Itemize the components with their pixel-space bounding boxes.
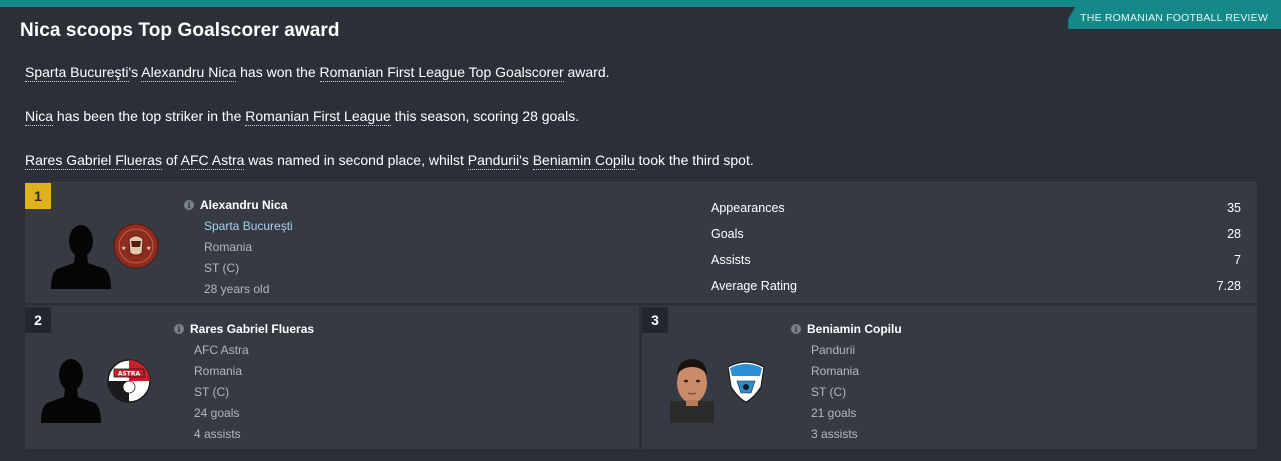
rank-badge: 1 [25,183,51,209]
stat-label: Assists [711,253,751,267]
player-name[interactable]: Beniamin Copilu [807,322,902,336]
player-assists: 3 assists [811,427,858,441]
news-paragraph-3: Rares Gabriel Flueras of AFC Astra was n… [25,152,754,170]
player-name[interactable]: Rares Gabriel Flueras [190,322,314,336]
player-nation: Romania [194,364,243,378]
player-link[interactable]: Alexandru Nica [141,64,237,82]
stat-value: 7 [1234,253,1241,267]
club-link[interactable]: Sparta Bucureşti [25,64,129,82]
club-badge-icon[interactable] [723,357,769,403]
page-title: Nica scoops Top Goalscorer award [20,20,340,41]
club-link[interactable]: AFC Astra [180,152,245,170]
rank-badge: 3 [642,307,668,333]
stat-row-appearances: Appearances 35 [711,201,1241,217]
player-goals: 21 goals [811,406,857,420]
player-nation: Romania [811,364,860,378]
player-silhouette-icon[interactable] [51,217,111,289]
player-goals: 24 goals [194,406,240,420]
player-position: ST (C) [194,385,230,399]
stat-row-assists: Assists 7 [711,253,1241,269]
stat-value: 35 [1227,201,1241,215]
player-name[interactable]: Alexandru Nica [200,198,287,212]
club-badge-icon[interactable]: ASTRA [106,357,152,403]
stat-row-goals: Goals 28 [711,227,1241,243]
league-link[interactable]: Romanian First League [245,108,391,126]
svg-text:ASTRA: ASTRA [118,371,141,378]
stat-row-average-rating: Average Rating 7.28 [711,279,1241,295]
winner-panel-3: 3 i Beniamin Copilu Pandurii Romania ST … [642,306,1257,449]
stat-label: Goals [711,227,744,241]
player-photo-icon[interactable] [668,353,716,423]
player-club[interactable]: AFC Astra [194,343,249,357]
news-paragraph-2: Nica has been the top striker in the Rom… [25,108,580,126]
player-assists: 4 assists [194,427,241,441]
player-link[interactable]: Nica [25,108,54,126]
news-paragraph-1: Sparta Bucureşti's Alexandru Nica has wo… [25,64,610,82]
player-club-link[interactable]: Sparta Bucureşti [204,219,293,233]
stat-value: 7.28 [1216,279,1241,293]
award-link[interactable]: Romanian First League Top Goalscorer [319,64,564,82]
player-position: ST (C) [811,385,847,399]
club-link[interactable]: Pandurii [467,152,520,170]
player-link[interactable]: Rares Gabriel Flueras [25,152,162,170]
info-icon[interactable]: i [174,324,184,334]
info-icon[interactable]: i [791,324,801,334]
stat-label: Appearances [711,201,785,215]
rank-badge: 2 [25,307,51,333]
svg-text:★: ★ [121,245,126,252]
info-icon[interactable]: i [184,200,194,210]
player-nation: Romania [204,240,253,254]
player-silhouette-icon[interactable] [41,351,101,423]
club-badge-icon[interactable]: ★ ★ [113,223,159,269]
player-position: ST (C) [204,261,240,275]
winner-panel-1: 1 ★ ★ i Alexandru Nica Sparta Bucureşti … [25,182,1257,303]
stat-value: 28 [1227,227,1241,241]
header-accent-bar [0,0,1281,7]
player-age: 28 years old [204,282,270,296]
winner-panel-2: 2 ASTRA i Rares Gabriel Flueras AFC Astr… [25,306,639,449]
player-club[interactable]: Pandurii [811,343,855,357]
stat-label: Average Rating [711,279,797,293]
svg-text:★: ★ [146,245,151,252]
source-tag: THE ROMANIAN FOOTBALL REVIEW [1068,7,1281,29]
player-link[interactable]: Beniamin Copilu [532,152,635,170]
